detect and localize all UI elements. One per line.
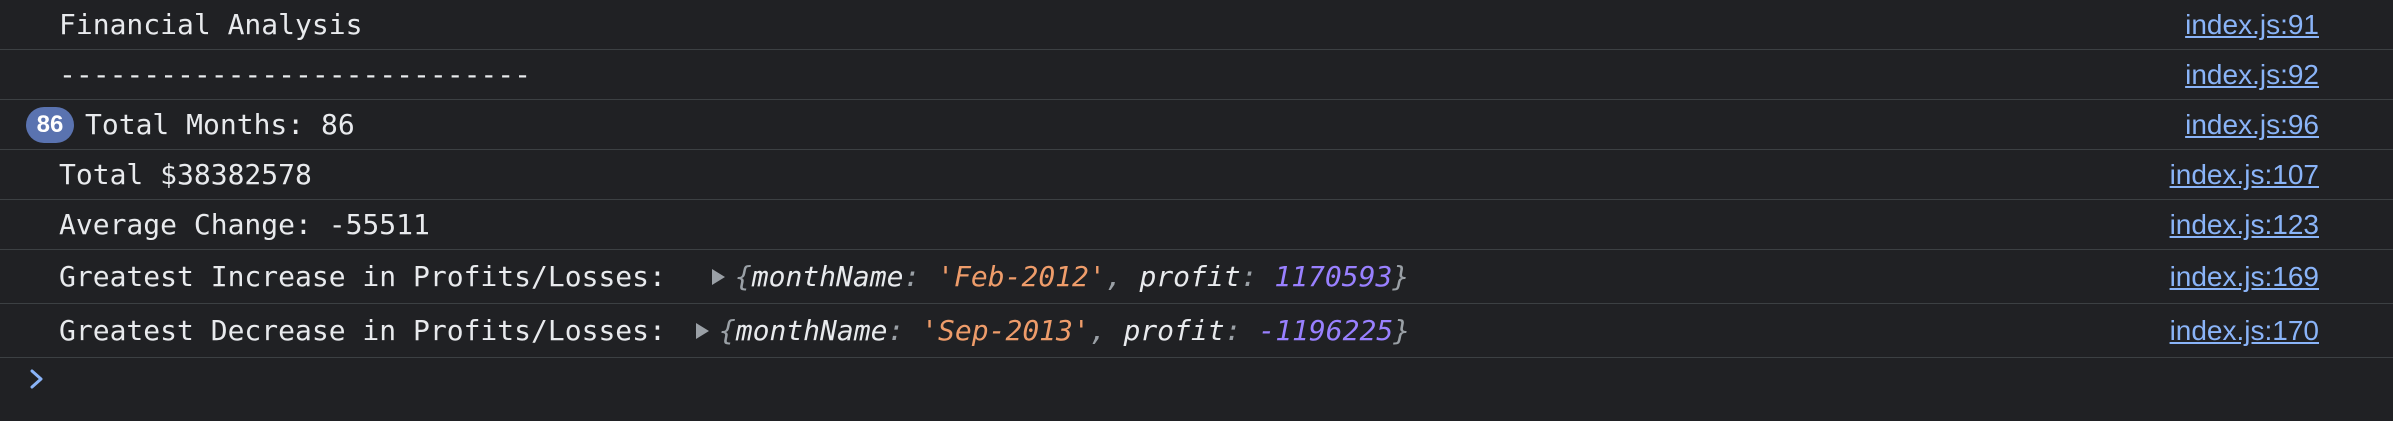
triangle-right-icon[interactable] [711, 268, 725, 285]
console-message: 86 Total Months: 86 index.js:96 [0, 100, 2393, 150]
console-message: Average Change: -55511 index.js:123 [0, 200, 2393, 250]
source-link[interactable]: index.js:170 [2170, 304, 2319, 357]
source-link[interactable]: index.js:123 [2170, 200, 2319, 249]
repeat-count-badge: 86 [26, 106, 74, 143]
chevron-right-icon [30, 369, 43, 389]
console-message-text: Financial Analysis [59, 8, 363, 41]
object-preview[interactable]: {monthName: 'Sep-2013', profit: -1196225… [695, 314, 1411, 347]
console-message-content: Greatest Decrease in Profits/Losses: {mon… [59, 304, 1410, 357]
console-message-text: Greatest Decrease in Profits/Losses: [59, 314, 666, 347]
object-string-value: 'Sep-2013' [921, 314, 1090, 347]
brace-close: } [1393, 314, 1411, 347]
console-message: Total $38382578 index.js:107 [0, 150, 2393, 200]
brace-open: { [718, 314, 736, 347]
colon: : [1240, 260, 1275, 293]
console-message: Financial Analysis index.js:91 [0, 0, 2393, 50]
brace-close: } [1392, 260, 1410, 293]
triangle-right-icon[interactable] [695, 322, 709, 339]
separator: , [1105, 260, 1140, 293]
source-link[interactable]: index.js:91 [2185, 0, 2319, 49]
object-key: monthName [751, 260, 904, 293]
source-link[interactable]: index.js:107 [2170, 150, 2319, 199]
source-link[interactable]: index.js:92 [2185, 50, 2319, 99]
console-message-text: Total $38382578 [59, 158, 312, 191]
object-key: profit [1123, 314, 1225, 347]
console-message: ---------------------------- index.js:92 [0, 50, 2393, 100]
colon: : [887, 314, 922, 347]
object-key: profit [1139, 260, 1241, 293]
console-message-text: ---------------------------- [59, 58, 532, 91]
devtools-console: Financial Analysis index.js:91 ---------… [0, 0, 2393, 421]
separator: , [1089, 314, 1124, 347]
object-key: monthName [735, 314, 888, 347]
brace-open: { [734, 260, 752, 293]
console-message-text: Average Change: -55511 [59, 208, 430, 241]
console-prompt[interactable] [0, 354, 2393, 404]
console-message: Greatest Decrease in Profits/Losses: {mon… [0, 304, 2393, 358]
colon: : [903, 260, 938, 293]
source-link[interactable]: index.js:169 [2170, 250, 2319, 303]
object-number-value: 1170593 [1274, 260, 1393, 293]
object-string-value: 'Feb-2012' [937, 260, 1106, 293]
object-number-value: -1196225 [1258, 314, 1394, 347]
colon: : [1224, 314, 1259, 347]
console-message-content: Greatest Increase in Profits/Losses: {mon… [59, 250, 1409, 303]
console-message: Greatest Increase in Profits/Losses: {mon… [0, 250, 2393, 304]
object-preview[interactable]: {monthName: 'Feb-2012', profit: 1170593} [711, 260, 1410, 293]
console-message-text: Total Months: 86 [85, 108, 355, 141]
console-message-text: Greatest Increase in Profits/Losses: [59, 260, 666, 293]
source-link[interactable]: index.js:96 [2185, 100, 2319, 149]
